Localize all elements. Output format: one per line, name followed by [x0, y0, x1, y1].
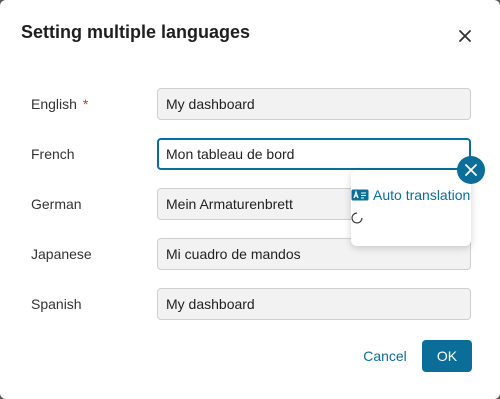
close-icon	[459, 30, 471, 42]
language-row-spanish: Spanish	[0, 288, 500, 320]
translation-popover: Auto translation	[351, 170, 471, 246]
english-field[interactable]	[157, 88, 471, 120]
auto-translation-button[interactable]: Auto translation	[351, 187, 481, 205]
language-label: German	[31, 196, 82, 212]
close-icon	[465, 164, 477, 176]
dialog-title: Setting multiple languages	[21, 22, 251, 42]
language-dialog: Setting multiple languages English * Fren…	[0, 0, 500, 399]
cancel-button[interactable]: Cancel	[356, 340, 414, 372]
language-row-english: English *	[0, 88, 500, 120]
required-marker: *	[82, 96, 89, 112]
translate-icon	[351, 189, 369, 201]
spanish-field[interactable]	[157, 288, 471, 320]
spinner-icon	[351, 212, 363, 224]
popover-close-button[interactable]	[457, 156, 485, 184]
auto-translation-label: Auto translation	[373, 187, 471, 203]
language-label: French	[31, 146, 75, 162]
language-label: English *	[31, 96, 88, 112]
language-row-french: French	[0, 138, 500, 170]
language-label: Japanese	[31, 246, 92, 262]
ok-button[interactable]: OK	[422, 340, 472, 372]
language-label: Spanish	[31, 296, 82, 312]
language-label-text: English	[31, 96, 77, 112]
close-dialog-button[interactable]	[455, 26, 475, 46]
french-field[interactable]	[157, 138, 471, 170]
